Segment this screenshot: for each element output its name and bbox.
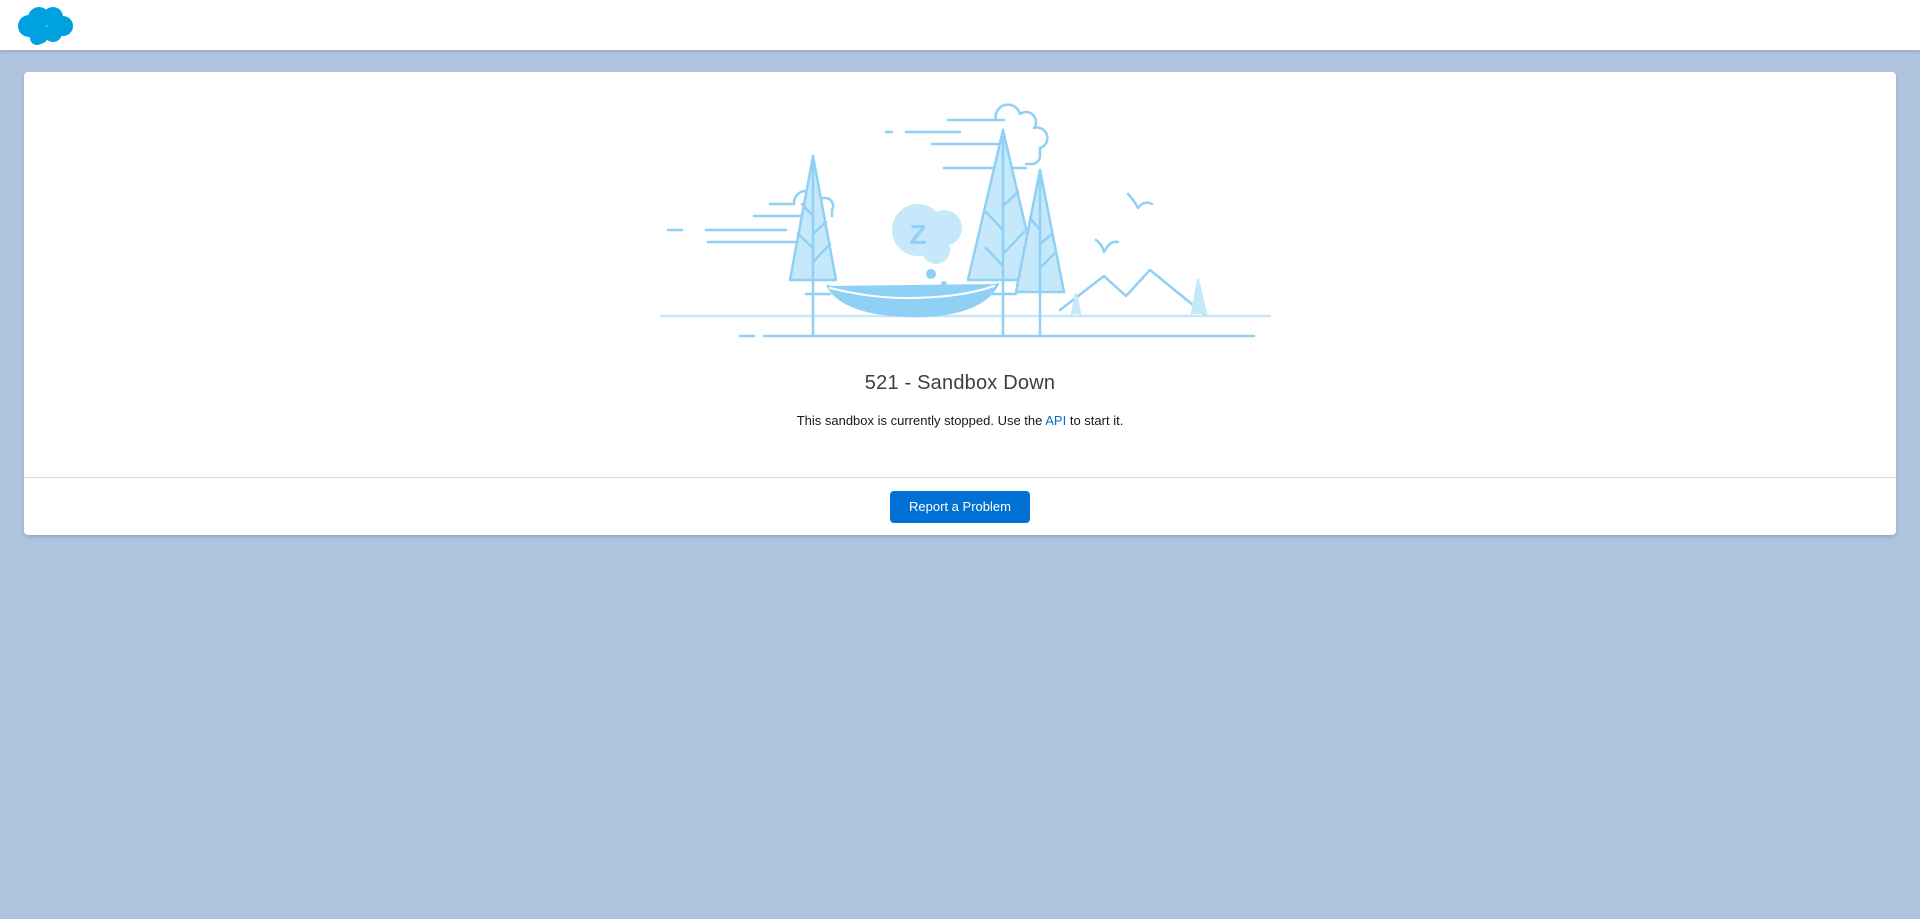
snooze-z-letter: Z — [909, 219, 926, 250]
error-message: This sandbox is currently stopped. Use t… — [24, 413, 1896, 428]
top-header-bar — [0, 0, 1920, 50]
error-card: Z 521 - Sandbox Down This sandbox is cur… — [24, 72, 1896, 535]
error-title: 521 - Sandbox Down — [864, 372, 1056, 394]
sleeping-hammock-illustration-icon: Z — [660, 103, 1272, 338]
report-a-problem-button[interactable]: Report a Problem — [890, 491, 1030, 523]
error-message-suffix: to start it. — [1066, 413, 1124, 428]
salesforce-logo-icon[interactable] — [15, 4, 74, 46]
api-link[interactable]: API — [1045, 413, 1066, 428]
error-message-prefix: This sandbox is currently stopped. Use t… — [796, 413, 1046, 428]
card-divider — [24, 477, 1896, 478]
